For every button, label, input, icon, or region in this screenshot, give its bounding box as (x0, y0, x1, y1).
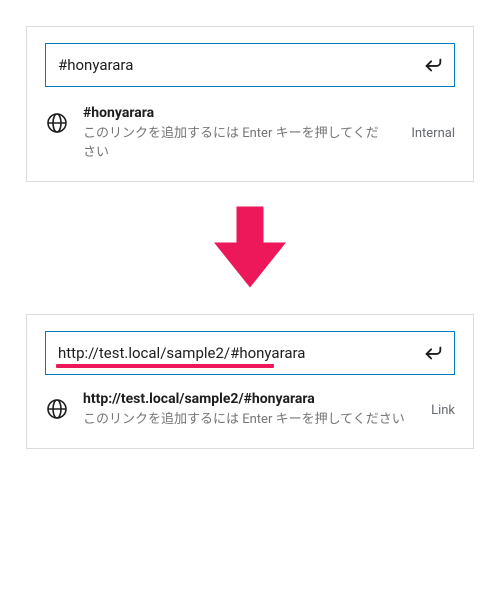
suggestion-body: http://test.local/sample2/#honyarara このリ… (83, 391, 409, 430)
arrow-return-icon (422, 342, 444, 364)
arrow-return-icon (422, 54, 444, 76)
submit-button[interactable] (422, 342, 444, 364)
suggestion-body: #honyarara このリンクを追加するには Enter キーを押してください (83, 105, 389, 163)
link-popover-top: #honyarara #honyarara このリンクを追加するには En (26, 26, 474, 182)
suggestion-tag: Internal (411, 126, 455, 141)
arrow-down-icon (205, 202, 295, 292)
url-input[interactable]: #honyarara (58, 56, 422, 74)
url-input-row[interactable]: #honyarara (45, 43, 455, 87)
highlight-underline (56, 364, 274, 368)
submit-button[interactable] (422, 54, 444, 76)
url-input[interactable]: http://test.local/sample2/#honyarara (58, 344, 422, 362)
transition-arrow (205, 202, 295, 292)
suggestion-row[interactable]: #honyarara このリンクを追加するには Enter キーを押してください… (45, 105, 455, 163)
suggestion-desc: このリンクを追加するには Enter キーを押してください (83, 411, 409, 430)
url-input-row[interactable]: http://test.local/sample2/#honyarara (45, 331, 455, 375)
globe-icon (45, 111, 69, 135)
suggestion-desc: このリンクを追加するには Enter キーを押してください (83, 125, 389, 163)
suggestion-title: #honyarara (83, 105, 389, 121)
suggestion-row[interactable]: http://test.local/sample2/#honyarara このリ… (45, 391, 455, 430)
link-popover-bottom: http://test.local/sample2/#honyarara h (26, 314, 474, 449)
globe-icon (45, 397, 69, 421)
suggestion-tag: Link (431, 403, 455, 418)
suggestion-title: http://test.local/sample2/#honyarara (83, 391, 409, 407)
